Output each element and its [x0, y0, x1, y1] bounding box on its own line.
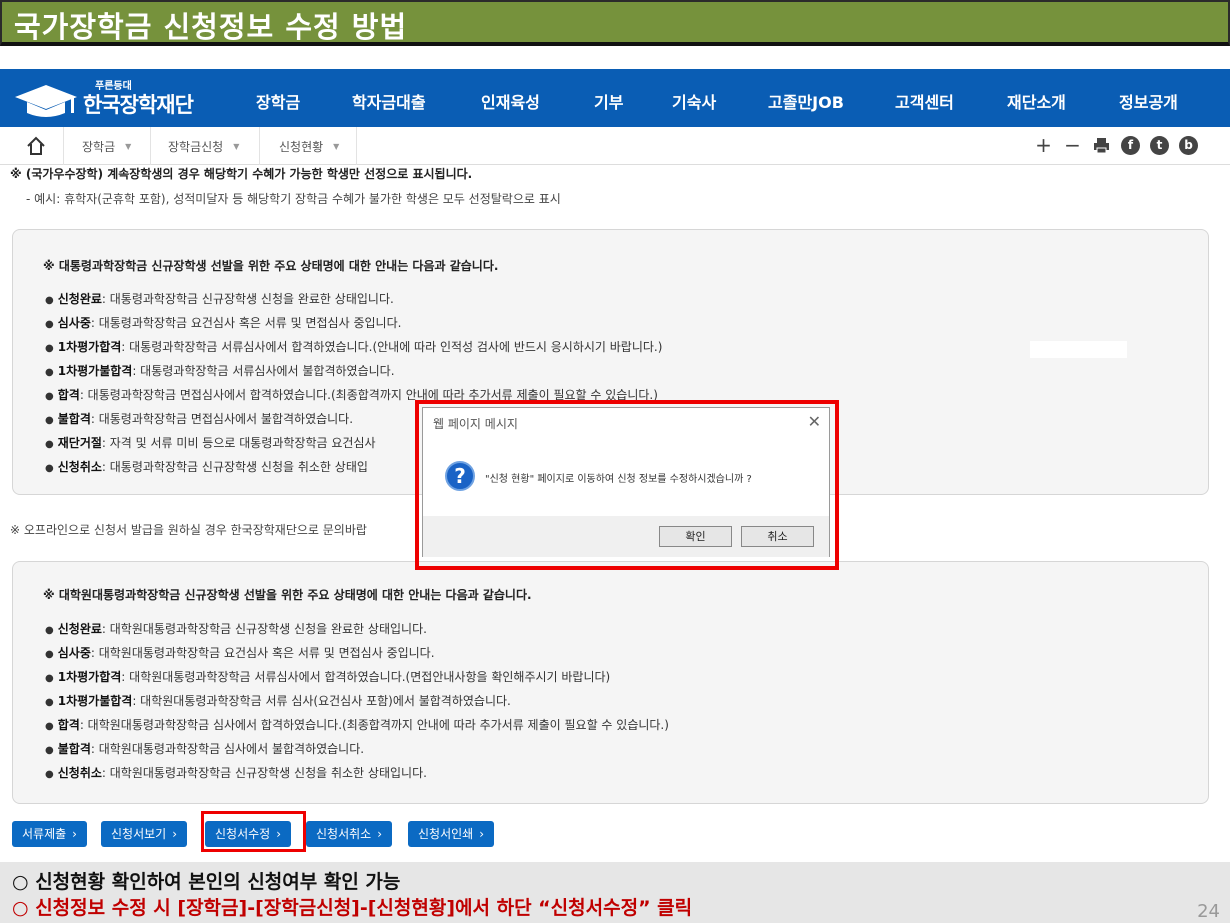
dialog-title: 웹 페이지 메시지 — [433, 417, 518, 431]
home-icon[interactable] — [26, 136, 46, 156]
zoom-in-icon[interactable]: + — [1034, 135, 1053, 155]
dialog-message: "신청 현황" 페이지로 이동하여 신청 정보를 수정하시겠습니까 ? — [485, 474, 752, 485]
status-guide-box-graduate: ※ 대학원대통령과학장학금 신규장학생 선발을 위한 주요 상태명에 대한 안내… — [12, 561, 1209, 804]
nav-job[interactable]: 고졸만JOB — [768, 89, 844, 113]
blog-icon[interactable]: b — [1179, 136, 1198, 155]
cancel-application-button[interactable]: 신청서취소 › — [306, 821, 393, 847]
list-item: ● 불합격: 대통령과학장학금 면접심사에서 불합격하였습니다. — [45, 412, 354, 426]
blank-patch — [1030, 341, 1127, 358]
ok-button[interactable]: 확인 — [659, 526, 732, 547]
question-icon: ? — [445, 461, 475, 491]
print-icon[interactable] — [1092, 136, 1111, 155]
submit-documents-button[interactable]: 서류제출 › — [12, 821, 87, 847]
edit-button-highlight — [201, 811, 306, 852]
view-application-button[interactable]: 신청서보기 › — [101, 821, 188, 847]
box-heading: ※ 대학원대통령과학장학금 신규장학생 선발을 위한 주요 상태명에 대한 안내… — [43, 588, 532, 602]
list-item: ● 1차평가합격: 대학원대통령과학장학금 서류심사에서 합격하였습니다.(면접안… — [45, 670, 611, 684]
footer-line-2: ○ 신청정보 수정 시 [장학금]-[장학금신청]-[신청현황]에서 하단 “신… — [12, 897, 693, 919]
page-number: 24 — [1197, 901, 1220, 922]
print-application-button[interactable]: 신청서인쇄 › — [408, 821, 495, 847]
chevron-right-icon: › — [72, 827, 77, 841]
nav-scholarship[interactable]: 장학금 — [256, 89, 300, 113]
nav-disclosure[interactable]: 정보공개 — [1119, 89, 1178, 113]
confirm-dialog: 웹 페이지 메시지 ✕ ? "신청 현황" 페이지로 이동하여 신청 정보를 수… — [422, 407, 830, 557]
offline-notice: ※ 오프라인으로 신청서 발급을 원하실 경우 한국장학재단으로 문의바랍 — [10, 523, 367, 537]
breadcrumb-scholarship[interactable]: 장학금 ▼ — [82, 138, 131, 155]
list-item: ● 1차평가불합격: 대학원대통령과학장학금 서류 심사(요건심사 포함)에서 불… — [45, 694, 511, 708]
breadcrumb: 장학금 ▼ 장학금신청 ▼ 신청현황 ▼ + − f t b — [0, 127, 1230, 165]
facebook-icon[interactable]: f — [1121, 136, 1140, 155]
chevron-right-icon: › — [479, 827, 485, 841]
notice-example: - 예시: 휴학자(군휴학 포함), 성적미달자 등 해당학기 장학금 수혜가 … — [26, 192, 561, 206]
breadcrumb-divider — [150, 127, 151, 165]
notice-line: ※ (국가우수장학) 계속장학생의 경우 해당학기 수혜가 가능한 학생만 선정… — [10, 167, 473, 181]
logo-name: 한국장학재단 — [83, 93, 194, 117]
zoom-out-icon[interactable]: − — [1063, 135, 1082, 155]
twitter-icon[interactable]: t — [1150, 136, 1169, 155]
breadcrumb-apply[interactable]: 장학금신청 ▼ — [168, 138, 239, 155]
nav-student-loan[interactable]: 학자금대출 — [352, 89, 426, 113]
slide-title: 국가장학금 신청정보 수정 방법 — [14, 10, 408, 44]
cancel-button[interactable]: 취소 — [741, 526, 814, 547]
slide-title-bar: 국가장학금 신청정보 수정 방법 — [0, 0, 1230, 46]
list-item: ● 신청완료: 대학원대통령과학장학금 신규장학생 신청을 완료한 상태입니다. — [45, 622, 427, 636]
chevron-right-icon: › — [172, 827, 178, 841]
breadcrumb-status[interactable]: 신청현황 ▼ — [279, 138, 339, 155]
list-item: ● 심사중: 대학원대통령과학장학금 요건심사 혹은 서류 및 면접심사 중입니다… — [45, 646, 435, 660]
nav-talent[interactable]: 인재육성 — [481, 89, 540, 113]
chevron-down-icon: ▼ — [333, 142, 340, 151]
breadcrumb-divider — [63, 127, 64, 165]
list-item: ● 불합격: 대학원대통령과학장학금 심사에서 불합격하였습니다. — [45, 742, 365, 756]
chevron-down-icon: ▼ — [233, 142, 240, 151]
nav-dormitory[interactable]: 기숙사 — [672, 89, 716, 113]
list-item: ● 합격: 대학원대통령과학장학금 심사에서 합격하였습니다.(최종합격까지 안내… — [45, 718, 669, 732]
chevron-right-icon: › — [377, 827, 383, 841]
top-navigation: 푸른등대 한국장학재단 장학금 학자금대출 인재육성 기부 기숙사 고졸만JOB… — [0, 69, 1230, 127]
chevron-down-icon: ▼ — [125, 142, 132, 151]
footer-line-1: ○ 신청현황 확인하여 본인의 신청여부 확인 가능 — [12, 871, 401, 893]
list-item: ● 1차평가합격: 대통령과학장학금 서류심사에서 합격하였습니다.(안내에 따라… — [45, 340, 663, 354]
site-logo[interactable]: 푸른등대 한국장학재단 — [13, 75, 213, 121]
breadcrumb-divider — [356, 127, 357, 165]
breadcrumb-divider — [259, 127, 260, 165]
list-item: ● 재단거절: 자격 및 서류 미비 등으로 대통령과학장학금 요건심사 — [45, 436, 376, 450]
list-item: ● 신청취소: 대통령과학장학금 신규장학생 신청을 취소한 상태입 — [45, 460, 368, 474]
box-heading: ※ 대통령과학장학금 신규장학생 선발을 위한 주요 상태명에 대한 안내는 다… — [43, 259, 499, 273]
list-item: ● 심사중: 대통령과학장학금 요건심사 혹은 서류 및 면접심사 중입니다. — [45, 316, 402, 330]
list-item: ● 신청취소: 대학원대통령과학장학금 신규장학생 신청을 취소한 상태입니다. — [45, 766, 427, 780]
list-item: ● 신청완료: 대통령과학장학금 신규장학생 신청을 완료한 상태입니다. — [45, 292, 394, 306]
graduation-cap-icon — [15, 85, 77, 117]
close-icon[interactable]: ✕ — [808, 412, 821, 431]
nav-about[interactable]: 재단소개 — [1007, 89, 1066, 113]
nav-customer-center[interactable]: 고객센터 — [895, 89, 954, 113]
list-item: ● 1차평가불합격: 대통령과학장학금 서류심사에서 불합격하였습니다. — [45, 364, 395, 378]
nav-donation[interactable]: 기부 — [594, 89, 623, 113]
